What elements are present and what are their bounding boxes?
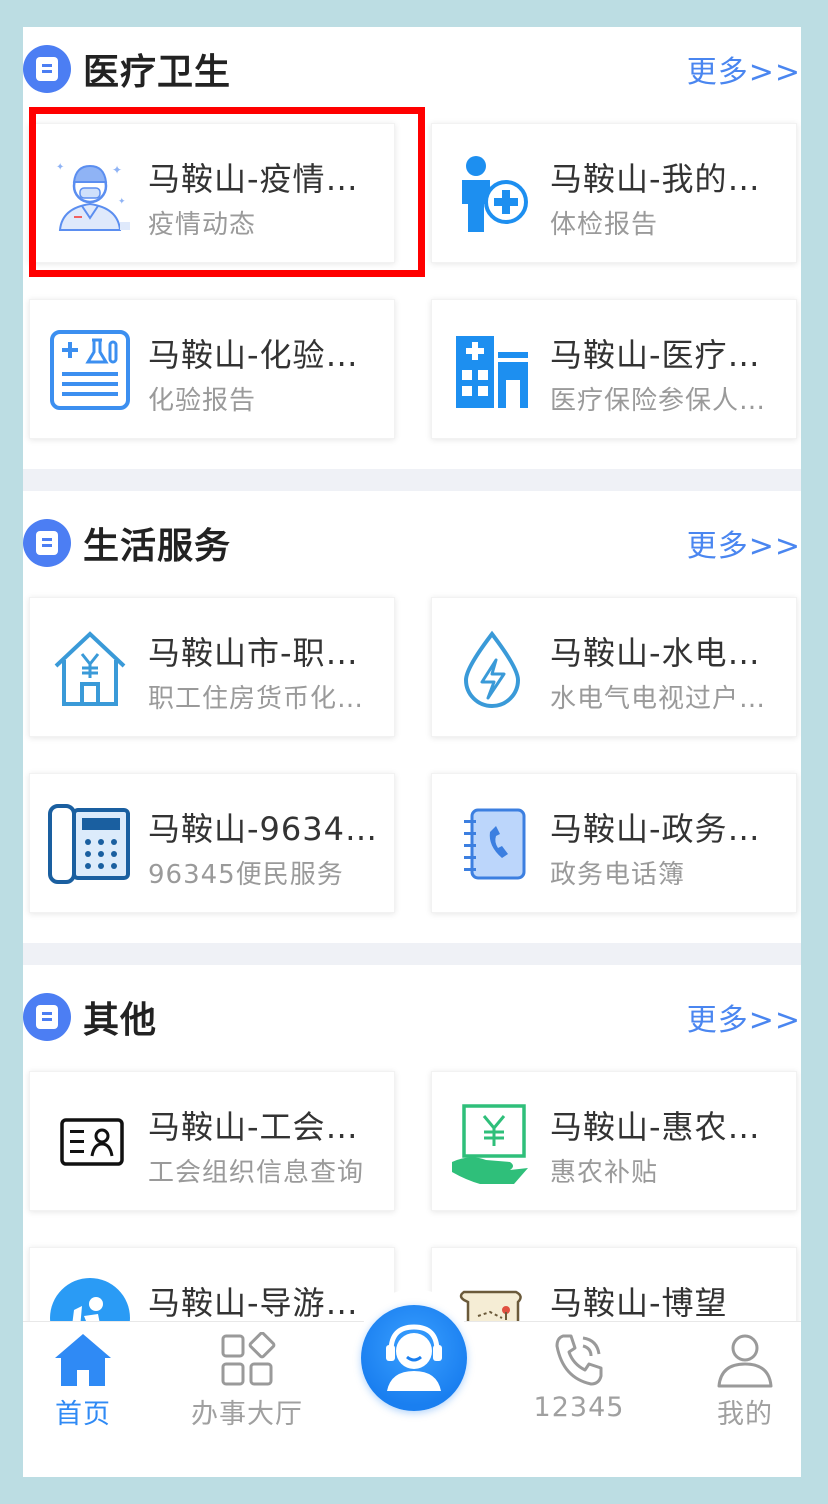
telephone-icon <box>48 802 132 886</box>
card-title: 马鞍山-我的体检报告 <box>550 160 790 198</box>
section-header: 其他 更多>> <box>23 975 801 1055</box>
tab-label: 我的 <box>717 1399 773 1430</box>
tab-label: 12345 <box>533 1392 625 1423</box>
card-subtitle: 化验报告 <box>148 386 257 416</box>
customer-service-button[interactable] <box>359 1289 469 1411</box>
card-title: 马鞍山市-职工住房 <box>148 634 388 672</box>
more-link[interactable]: 更多>> <box>687 995 801 1039</box>
divider <box>23 943 801 965</box>
divider <box>23 469 801 491</box>
house-yuan-icon <box>48 626 132 710</box>
section-title: 生活服务 <box>83 526 232 567</box>
card-title: 马鞍山-96345便民服务 <box>148 810 388 848</box>
service-card-checkup[interactable]: 马鞍山-我的体检报告 体检报告 <box>431 123 797 263</box>
phone-call-icon <box>549 1332 609 1388</box>
service-card-phonebook[interactable]: 马鞍山-政务电话簿 政务电话簿 <box>431 773 797 913</box>
service-card-subsidy[interactable]: 马鞍山-惠农补贴 惠农补贴 <box>431 1071 797 1211</box>
list-icon <box>23 993 71 1041</box>
section-title: 医疗卫生 <box>83 52 232 93</box>
service-card-insurance[interactable]: 马鞍山-医疗保险 医疗保险参保人员信息 <box>431 299 797 439</box>
tab-hall[interactable]: 办事大厅 <box>187 1322 307 1432</box>
lab-report-icon <box>48 328 132 412</box>
apps-icon <box>217 1331 277 1388</box>
subsidy-icon <box>450 1100 534 1184</box>
doctor-icon: ✦ ✦ ✦ <box>48 152 132 236</box>
service-card-96345[interactable]: 马鞍山-96345便民服务 96345便民服务 <box>29 773 395 913</box>
home-indicator-area <box>23 1431 801 1477</box>
hospital-icon <box>450 328 534 412</box>
medical-person-icon <box>450 152 534 236</box>
svg-text:✦: ✦ <box>118 197 126 207</box>
service-card-housing[interactable]: 马鞍山市-职工住房 职工住房货币化补贴 <box>29 597 395 737</box>
card-title: 马鞍山-惠农补贴 <box>550 1108 790 1146</box>
user-icon <box>715 1332 775 1388</box>
svg-text:✦: ✦ <box>56 162 64 173</box>
card-title: 马鞍山-化验报告 <box>148 336 388 374</box>
section-header: 医疗卫生 更多>> <box>23 27 801 107</box>
card-title: 马鞍山-工会组织 <box>148 1108 388 1146</box>
card-subtitle: 医疗保险参保人员信息 <box>550 386 790 416</box>
card-title: 马鞍山-导游服务 <box>148 1284 388 1322</box>
water-electric-icon <box>450 626 534 710</box>
app-screen: 医疗卫生 更多>> ✦ ✦ ✦ 马鞍山-疫情动态 疫情动态 马鞍山-我的体 体检… <box>23 27 801 1477</box>
card-title: 马鞍山-政务电话簿 <box>550 810 790 848</box>
section-life: 生活服务 更多>> 马鞍山市-职工住房 职工住房货币化补贴 <box>23 501 801 943</box>
tab-mine[interactable]: 我的 <box>685 1322 801 1432</box>
service-card-lab[interactable]: 马鞍山-化验报告 化验报告 <box>29 299 395 439</box>
list-icon <box>23 45 71 93</box>
card-title: 马鞍山-博望 <box>550 1284 728 1322</box>
card-subtitle: 疫情动态 <box>148 210 257 240</box>
more-link[interactable]: 更多>> <box>687 521 801 565</box>
service-card-utilities[interactable]: 马鞍山-水电气过户 水电气电视过户服务 <box>431 597 797 737</box>
tab-label: 办事大厅 <box>191 1399 303 1430</box>
card-title: 马鞍山-疫情动态 <box>148 160 388 198</box>
card-subtitle: 政务电话簿 <box>550 860 686 890</box>
list-icon <box>23 519 71 567</box>
card-subtitle: 96345便民服务 <box>148 860 344 890</box>
card-title: 马鞍山-医疗保险 <box>550 336 790 374</box>
headset-agent-icon <box>361 1305 467 1411</box>
home-icon <box>53 1332 113 1388</box>
id-card-icon <box>48 1100 132 1184</box>
section-medical: 医疗卫生 更多>> ✦ ✦ ✦ 马鞍山-疫情动态 疫情动态 马鞍山-我的体 体检… <box>23 27 801 467</box>
phonebook-icon <box>450 802 534 886</box>
card-subtitle: 职工住房货币化补贴 <box>148 684 388 714</box>
card-subtitle: 惠农补贴 <box>550 1158 659 1188</box>
section-title: 其他 <box>83 1000 158 1041</box>
section-header: 生活服务 更多>> <box>23 501 801 581</box>
service-card-epidemic[interactable]: ✦ ✦ ✦ 马鞍山-疫情动态 疫情动态 <box>29 123 395 263</box>
card-subtitle: 体检报告 <box>550 210 659 240</box>
svg-text:✦: ✦ <box>112 163 122 177</box>
tab-label: 首页 <box>55 1399 111 1430</box>
tab-home[interactable]: 首页 <box>23 1322 143 1432</box>
card-subtitle: 工会组织信息查询 <box>148 1158 365 1188</box>
more-link[interactable]: 更多>> <box>687 47 801 91</box>
card-subtitle: 水电气电视过户服务 <box>550 684 790 714</box>
service-card-union[interactable]: 马鞍山-工会组织 工会组织信息查询 <box>29 1071 395 1211</box>
card-title: 马鞍山-水电气过户 <box>550 634 790 672</box>
tab-12345[interactable]: 12345 <box>519 1322 639 1432</box>
